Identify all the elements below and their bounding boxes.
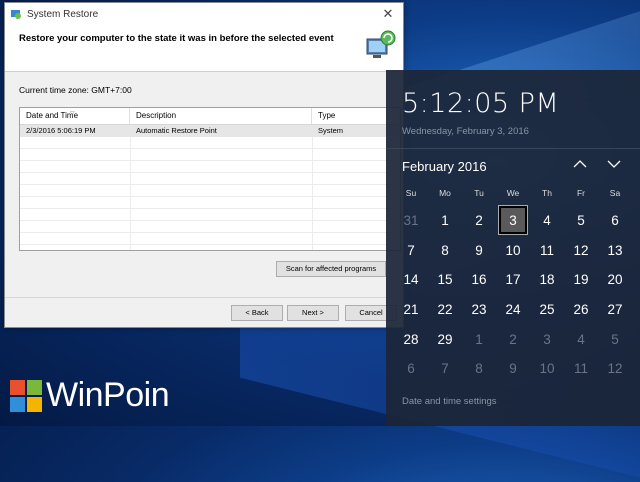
restore-computer-icon [366,30,396,58]
calendar-day[interactable]: 21 [394,295,428,325]
calendar-day[interactable]: 4 [530,206,564,236]
window-title: System Restore [27,8,99,20]
weekday-label: Fr [576,188,586,198]
calendar-day[interactable]: 13 [598,236,632,266]
calendar-day[interactable]: 2 [496,325,530,355]
chevron-down-icon[interactable] [606,156,622,172]
date-time-settings-link[interactable]: Date and time settings [402,396,497,407]
calendar-day[interactable]: 1 [462,325,496,355]
close-icon[interactable]: ✕ [373,6,403,22]
cell-description: Automatic Restore Point [136,126,217,135]
calendar-day[interactable]: 8 [462,354,496,384]
calendar-day[interactable]: 11 [530,236,564,266]
column-header-description[interactable]: Description [130,108,312,124]
calendar-day[interactable]: 12 [598,354,632,384]
calendar-day[interactable]: 7 [394,236,428,266]
calendar-day[interactable]: 20 [598,265,632,295]
calendar-day[interactable]: 10 [496,236,530,266]
calendar-day[interactable]: 22 [428,295,462,325]
calendar-day[interactable]: 16 [462,265,496,295]
clock-calendar-flyout: 5:12:05 PM Wednesday, February 3, 2016 F… [386,70,640,426]
divider [386,148,640,149]
calendar-day[interactable]: 25 [530,295,564,325]
title-bar: System Restore ✕ [5,3,403,25]
calendar-day[interactable]: 18 [530,265,564,295]
calendar-day[interactable]: 23 [462,295,496,325]
weekday-label: We [506,188,520,198]
calendar-day[interactable]: 3 [530,325,564,355]
winpoin-watermark: WinPoin [46,376,170,414]
calendar-day[interactable]: 6 [394,354,428,384]
page-heading: Restore your computer to the state it wa… [19,33,334,44]
calendar-day[interactable]: 11 [564,354,598,384]
table-header: Date and Time ▽ Description Type [20,108,400,125]
current-time: 5:12:05 PM [402,88,560,119]
weekday-header: Su Mo Tu We Th Fr Sa [394,188,632,198]
calendar-day[interactable]: 6 [598,206,632,236]
calendar-day-today[interactable]: 3 [496,205,530,236]
calendar-grid: 31 1 2 3 4 5 6 7 8 9 10 11 12 13 14 15 16 17 18 19 20 21 22 23 2… [394,205,632,384]
weekday-label: Mo [439,188,451,198]
table-row[interactable]: 2/3/2016 5:06:19 PM Automatic Restore Po… [20,125,400,137]
table-grid [20,137,400,250]
calendar-day[interactable]: 8 [428,236,462,266]
calendar-day[interactable]: 29 [428,325,462,355]
calendar-day[interactable]: 19 [564,265,598,295]
restore-points-table: Date and Time ▽ Description Type 2/3/2016… [19,107,401,251]
timezone-label: Current time zone: GMT+7:00 [19,85,132,95]
current-date[interactable]: Wednesday, February 3, 2016 [402,126,529,137]
calendar-day[interactable]: 10 [530,354,564,384]
calendar-day[interactable]: 9 [496,354,530,384]
calendar-day[interactable]: 26 [564,295,598,325]
calendar-day[interactable]: 5 [564,206,598,236]
calendar-day[interactable]: 28 [394,325,428,355]
system-restore-dialog: System Restore ✕ Restore your computer t… [4,2,404,328]
weekday-label: Tu [474,188,484,198]
month-label[interactable]: February 2016 [402,159,487,174]
cell-date: 2/3/2016 5:06:19 PM [26,126,96,135]
calendar-day[interactable]: 5 [598,325,632,355]
back-button[interactable]: < Back [231,305,283,321]
calendar-day[interactable]: 2 [462,206,496,236]
calendar-day[interactable]: 17 [496,265,530,295]
calendar-day[interactable]: 31 [394,206,428,236]
system-restore-icon [11,10,21,19]
weekday-label: Sa [609,188,621,198]
calendar-day[interactable]: 15 [428,265,462,295]
calendar-day[interactable]: 12 [564,236,598,266]
chevron-up-icon[interactable] [572,156,588,172]
next-button[interactable]: Next > [287,305,339,321]
calendar-day[interactable]: 24 [496,295,530,325]
column-header-date[interactable]: Date and Time ▽ [20,108,130,124]
calendar-day[interactable]: 4 [564,325,598,355]
header-banner: Restore your computer to the state it wa… [5,25,403,72]
calendar-day[interactable]: 1 [428,206,462,236]
calendar-day[interactable]: 27 [598,295,632,325]
weekday-label: Su [405,188,417,198]
winpoin-logo-icon [10,380,42,412]
calendar-day[interactable]: 7 [428,354,462,384]
calendar-day[interactable]: 14 [394,265,428,295]
calendar-day[interactable]: 9 [462,236,496,266]
weekday-label: Th [542,188,552,198]
scan-affected-programs-button[interactable]: Scan for affected programs [276,261,386,277]
sort-arrow-icon: ▽ [70,111,75,117]
divider [5,297,403,298]
